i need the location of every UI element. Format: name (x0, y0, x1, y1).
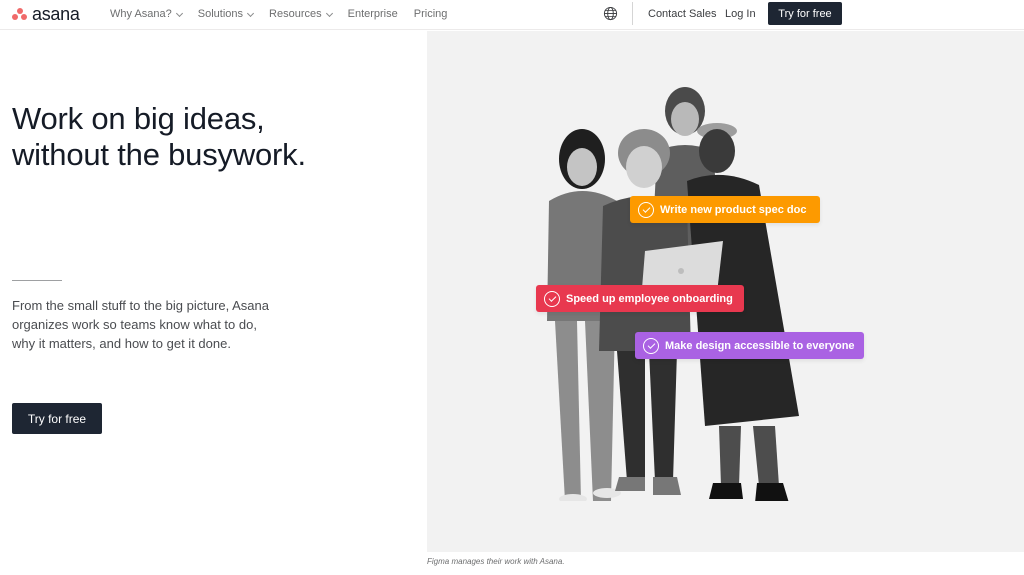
task-label: Make design accessible to everyone (665, 339, 855, 352)
chevron-down-icon (246, 9, 255, 17)
try-for-free-nav-button[interactable]: Try for free (768, 2, 842, 25)
task-label: Write new product spec doc (660, 203, 807, 216)
headline-line-2: without the busywork. (12, 137, 306, 172)
nav-divider (632, 2, 633, 25)
task-card-accessible-design: Make design accessible to everyone (635, 332, 864, 359)
asana-wordmark: asana (32, 4, 80, 24)
nav-item-solutions[interactable]: Solutions (197, 8, 255, 20)
nav-item-label: Enterprise (347, 8, 398, 20)
nav-item-label: Resources (269, 8, 322, 20)
hero-divider (12, 280, 62, 281)
nav-item-why-asana[interactable]: Why Asana? (110, 8, 183, 20)
nav-item-resources[interactable]: Resources (269, 8, 333, 20)
task-label: Speed up employee onboarding (566, 292, 733, 305)
nav-item-label: Why Asana? (110, 8, 172, 20)
top-navigation: asana Why Asana? Solutions Resources Ent… (0, 0, 1024, 30)
hero-image-panel: Write new product spec doc Speed up empl… (427, 31, 1024, 552)
check-circle-icon (544, 290, 560, 307)
asana-logo[interactable]: asana (12, 5, 80, 23)
headline-line-1: Work on big ideas, (12, 101, 265, 136)
try-for-free-hero-button[interactable]: Try for free (12, 403, 102, 434)
check-circle-icon (638, 201, 654, 218)
hero-headline: Work on big ideas, without the busywork. (12, 101, 412, 173)
nav-links: Why Asana? Solutions Resources Enterpris… (110, 0, 447, 28)
nav-item-enterprise[interactable]: Enterprise (348, 8, 398, 20)
globe-icon[interactable] (603, 6, 618, 21)
contact-sales-link[interactable]: Contact Sales (648, 8, 716, 20)
log-in-link[interactable]: Log In (725, 8, 756, 20)
image-caption: Figma manages their work with Asana. (427, 557, 565, 566)
nav-item-pricing[interactable]: Pricing (414, 8, 448, 20)
hero-description: From the small stuff to the big picture,… (12, 298, 269, 351)
check-circle-icon (643, 337, 659, 354)
task-card-onboarding: Speed up employee onboarding (536, 285, 744, 312)
chevron-down-icon (175, 9, 183, 17)
chevron-down-icon (325, 9, 333, 17)
task-card-product-spec: Write new product spec doc (630, 196, 820, 223)
asana-logo-icon (12, 7, 27, 21)
nav-item-label: Solutions (197, 8, 244, 20)
nav-item-label: Pricing (413, 8, 448, 20)
